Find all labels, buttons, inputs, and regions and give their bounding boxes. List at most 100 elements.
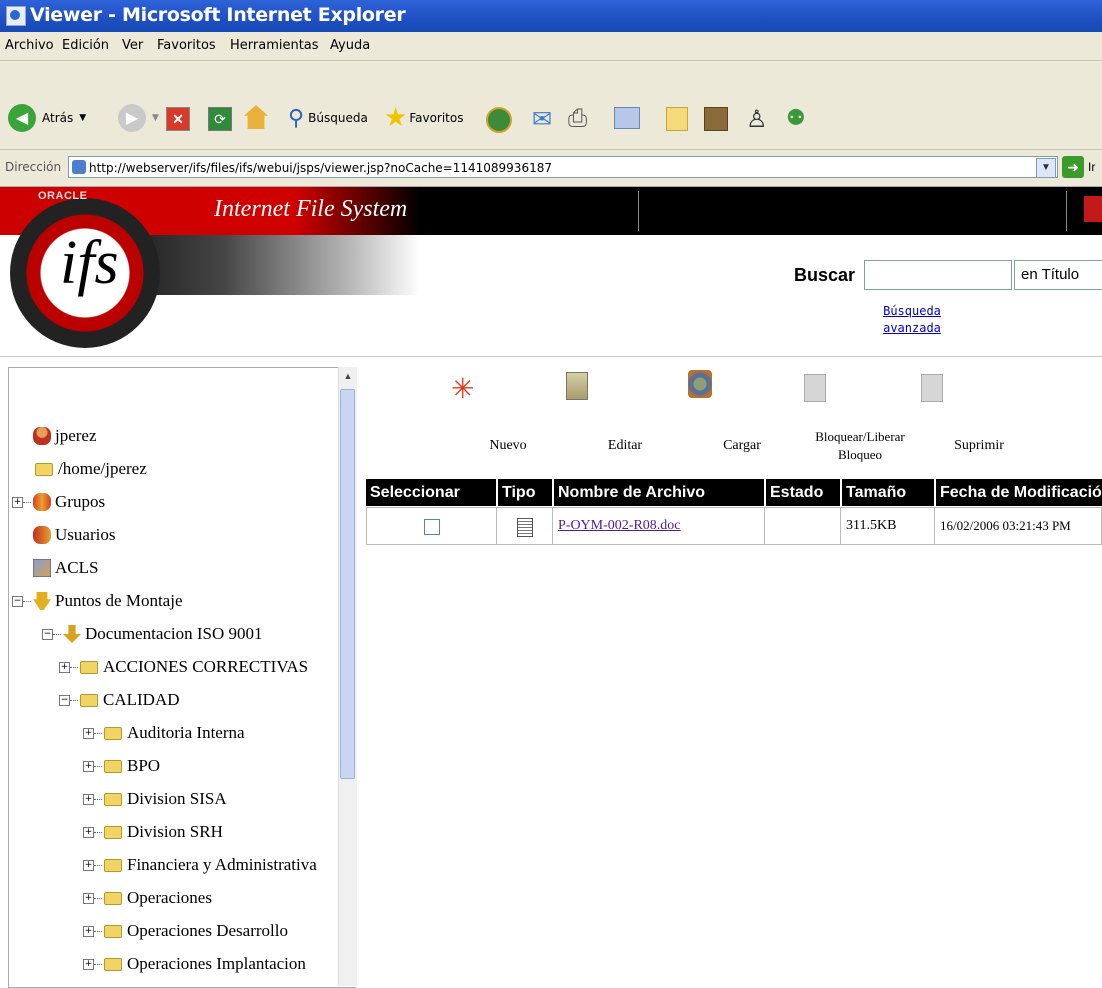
row-select-checkbox[interactable]: [424, 519, 440, 535]
search-scope-select[interactable]: en Título: [1014, 260, 1102, 290]
tree-item-child[interactable]: + Operaciones Desarrollo: [83, 919, 288, 943]
col-select[interactable]: Seleccionar: [366, 479, 496, 506]
user-icon: [33, 427, 51, 445]
menu-ver[interactable]: Ver: [122, 38, 143, 53]
tree-label: CALIDAD: [103, 690, 180, 709]
tree-label: Operaciones Desarrollo: [127, 921, 288, 940]
folder-icon: [35, 462, 53, 476]
address-bar: Dirección http://webserver/ifs/files/ifs…: [0, 150, 1102, 187]
exit-icon[interactable]: [1084, 196, 1102, 222]
go-label[interactable]: Ir: [1088, 160, 1095, 174]
discuss-icon[interactable]: [666, 107, 688, 131]
menu-archivo[interactable]: Archivo: [5, 38, 54, 53]
tree-item-doc-iso[interactable]: − Documentacion ISO 9001: [42, 622, 263, 646]
window-title: Viewer - Microsoft Internet Explorer: [30, 4, 406, 26]
collapse-icon[interactable]: −: [12, 595, 23, 607]
collapse-icon[interactable]: −: [59, 694, 70, 706]
search-toolbar-button[interactable]: ⚲ Búsqueda: [288, 101, 368, 135]
expand-icon[interactable]: +: [83, 958, 94, 970]
tree-item-child[interactable]: + Financiera y Administrativa: [83, 853, 317, 877]
expand-icon[interactable]: +: [83, 760, 94, 772]
tree-item-groups[interactable]: + Grupos: [12, 490, 105, 514]
col-name[interactable]: Nombre de Archivo: [554, 479, 764, 506]
upload-label[interactable]: Cargar: [714, 437, 770, 455]
scroll-up-icon[interactable]: ▲: [341, 371, 355, 385]
header-divider: [1066, 191, 1067, 231]
tree-scrollbar[interactable]: ▲: [338, 367, 357, 986]
ifs-logo: ifs: [60, 229, 119, 297]
delete-label[interactable]: Suprimir: [944, 437, 1014, 455]
tree-label: ACCIONES CORRECTIVAS: [103, 657, 309, 676]
edit-label[interactable]: Editar: [600, 437, 650, 455]
print-icon[interactable]: ⎙: [568, 105, 587, 133]
edit-icon[interactable]: [566, 372, 588, 400]
forward-button[interactable]: ▶ ▼: [118, 101, 159, 135]
messenger-icon[interactable]: ♙: [746, 105, 768, 134]
menu-edicion[interactable]: Edición: [62, 38, 109, 53]
lock-label[interactable]: Bloquear/Liberar Bloqueo: [794, 428, 926, 464]
edit-page-icon[interactable]: [614, 107, 640, 129]
cell-divider: [764, 507, 765, 545]
menu-ayuda[interactable]: Ayuda: [330, 38, 370, 53]
forward-dropdown-icon[interactable]: ▼: [152, 113, 159, 123]
title-bar: Viewer - Microsoft Internet Explorer: [0, 0, 1102, 32]
expand-icon[interactable]: +: [83, 892, 94, 904]
expand-icon[interactable]: +: [83, 793, 94, 805]
expand-icon[interactable]: +: [83, 826, 94, 838]
lock-icon[interactable]: [804, 374, 826, 402]
col-size[interactable]: Tamaño: [842, 479, 934, 506]
scroll-thumb[interactable]: [340, 389, 355, 779]
users-icon[interactable]: ⚉: [786, 105, 806, 131]
expand-icon[interactable]: +: [83, 925, 94, 937]
col-state[interactable]: Estado: [766, 479, 840, 506]
menu-herramientas[interactable]: Herramientas: [230, 38, 319, 53]
home-icon[interactable]: [244, 105, 268, 129]
tree-item-child[interactable]: + Division SRH: [83, 820, 223, 844]
tree-item-child[interactable]: + Operaciones Implantacion: [83, 952, 306, 976]
mail-icon[interactable]: ✉: [532, 105, 552, 134]
address-input[interactable]: http://webserver/ifs/files/ifs/webui/jsp…: [68, 156, 1058, 178]
upload-icon[interactable]: [688, 370, 712, 398]
collapse-icon[interactable]: −: [42, 628, 53, 640]
research-icon[interactable]: [704, 107, 728, 131]
lock-label-line1: Bloquear/Liberar: [815, 429, 905, 444]
tree-item-mounts[interactable]: − Puntos de Montaje: [12, 589, 183, 613]
expand-icon[interactable]: +: [12, 496, 23, 508]
tree-item-user[interactable]: jperez: [33, 424, 97, 448]
expand-icon[interactable]: +: [59, 661, 70, 673]
expand-icon[interactable]: +: [83, 859, 94, 871]
tree-item-child[interactable]: + Operaciones: [83, 886, 212, 910]
back-dropdown-icon[interactable]: ▼: [79, 113, 86, 123]
tree-item-users[interactable]: Usuarios: [33, 523, 115, 547]
tree-item-child[interactable]: + BPO: [83, 754, 160, 778]
file-name-link[interactable]: P-OYM-002-R08.doc: [558, 507, 681, 545]
col-type[interactable]: Tipo: [498, 479, 548, 506]
mount-point-icon: [33, 592, 51, 610]
back-button[interactable]: ◀ Atrás ▼: [8, 101, 86, 135]
tree-item-acls[interactable]: ACLS: [33, 556, 98, 580]
back-label: Atrás: [42, 111, 74, 125]
new-icon[interactable]: ✳: [451, 373, 479, 405]
tree-label: Operaciones: [127, 888, 212, 907]
stop-icon[interactable]: ✕: [166, 107, 190, 131]
expand-icon[interactable]: +: [83, 727, 94, 739]
tree-item-child[interactable]: + Division SISA: [83, 787, 227, 811]
history-icon[interactable]: [486, 107, 512, 133]
address-dropdown-icon[interactable]: ▼: [1036, 158, 1056, 178]
delete-icon[interactable]: [921, 374, 943, 402]
tree-item-home[interactable]: /home/jperez: [35, 457, 147, 481]
tree-item-acciones[interactable]: + ACCIONES CORRECTIVAS: [59, 655, 308, 679]
refresh-icon[interactable]: ⟳: [208, 107, 232, 131]
go-arrow-icon[interactable]: ➜: [1062, 156, 1084, 178]
menu-favoritos[interactable]: Favoritos: [157, 38, 216, 53]
tree-item-calidad[interactable]: − CALIDAD: [59, 688, 180, 712]
tree-item-child[interactable]: + Auditoria Interna: [83, 721, 245, 745]
acl-icon: [33, 559, 51, 577]
new-label[interactable]: Nuevo: [478, 437, 538, 455]
advanced-search-link[interactable]: Búsqueda avanzada: [872, 303, 952, 337]
search-input[interactable]: [864, 260, 1012, 290]
ie-window-icon: [6, 6, 26, 26]
col-modified[interactable]: Fecha de Modificación: [936, 479, 1102, 506]
favorites-toolbar-button[interactable]: ★ Favoritos: [384, 101, 463, 135]
folder-icon: [104, 858, 122, 872]
